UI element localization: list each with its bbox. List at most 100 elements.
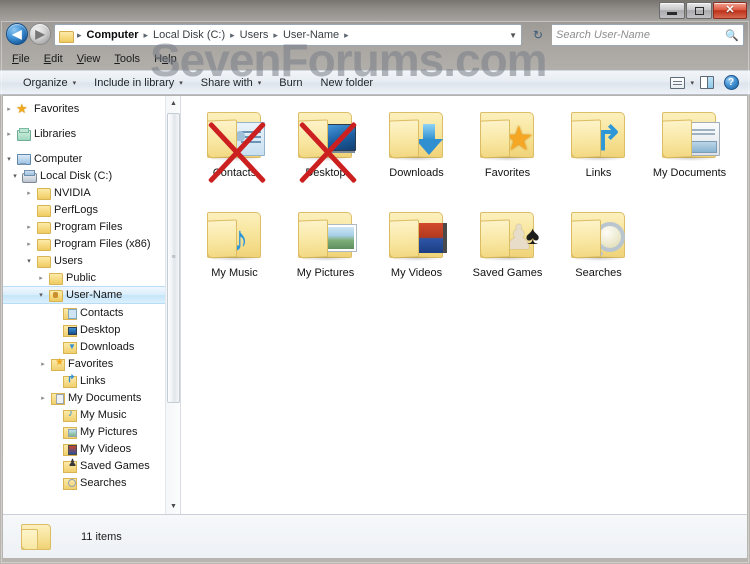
folder-icon xyxy=(35,220,51,234)
nav-item-local-disk-c[interactable]: ▾ Local Disk (C:) xyxy=(3,167,180,184)
expand-chevron-right-icon[interactable]: ▸ xyxy=(35,274,47,282)
back-arrow-icon: ◀ xyxy=(12,27,22,41)
file-item[interactable]: Contacts xyxy=(189,100,280,200)
scrollbar-thumb[interactable]: ≡ xyxy=(167,113,180,403)
menu-item-file[interactable]: File xyxy=(12,53,30,65)
expand-chevron-right-icon[interactable]: ▸ xyxy=(3,130,15,138)
expand-chevron-down-icon[interactable]: ▾ xyxy=(9,172,21,180)
close-button[interactable]: ✕ xyxy=(713,2,747,19)
minimize-button[interactable] xyxy=(659,2,685,19)
file-item[interactable]: My Pictures xyxy=(280,200,371,300)
refresh-button[interactable]: ↻ xyxy=(528,25,548,45)
folder-icon xyxy=(385,208,449,263)
nav-item-downloads[interactable]: Downloads xyxy=(3,338,180,355)
maximize-button[interactable] xyxy=(686,2,712,19)
new-folder-button[interactable]: New folder xyxy=(312,72,383,93)
nav-item-public[interactable]: ▸ Public xyxy=(3,269,180,286)
file-item[interactable]: ♪ My Music xyxy=(189,200,280,300)
nav-item-label: Links xyxy=(80,374,106,387)
nav-item-favorites[interactable]: ▸ Favorites xyxy=(3,100,180,117)
nav-item-computer[interactable]: ▾ Computer xyxy=(3,150,180,167)
nav-item-program-files-x86[interactable]: ▸ Program Files (x86) xyxy=(3,235,180,252)
nav-item-links[interactable]: Links xyxy=(3,372,180,389)
breadcrumb-separator[interactable]: ▸ xyxy=(227,30,238,41)
nav-item-contacts[interactable]: Contacts xyxy=(3,304,180,321)
menu-item-edit-rest: dit xyxy=(51,53,63,65)
expand-chevron-right-icon[interactable]: ▸ xyxy=(23,189,35,197)
menu-item-view[interactable]: View xyxy=(77,53,101,65)
nav-item-searches[interactable]: Searches xyxy=(3,474,180,491)
nav-item-nvidia[interactable]: ▸ NVIDIA xyxy=(3,184,180,201)
nav-item-my-documents[interactable]: ▸ My Documents xyxy=(3,389,180,406)
nav-item-label: Computer xyxy=(34,152,83,165)
expand-chevron-right-icon[interactable]: ▸ xyxy=(23,223,35,231)
file-item-label: Links xyxy=(585,167,612,179)
navigation-scrollbar[interactable]: ▲ ≡ ▼ xyxy=(165,96,180,514)
file-item[interactable]: My Documents xyxy=(644,100,735,200)
file-list-pane[interactable]: Contacts Desktop Downloads ★ Favorites ↱ Links… xyxy=(181,96,747,514)
nav-item-perflogs[interactable]: PerfLogs xyxy=(3,201,180,218)
file-item[interactable]: Downloads xyxy=(371,100,462,200)
file-item[interactable]: ★ Favorites xyxy=(462,100,553,200)
change-view-button[interactable] xyxy=(666,73,688,93)
file-item-label: Contacts xyxy=(212,167,257,179)
breadcrumb-item-local-disk[interactable]: Local Disk (C:) xyxy=(151,29,227,41)
share-with-button[interactable]: Share with ▾ xyxy=(192,72,271,93)
scroll-up-arrow-icon[interactable]: ▲ xyxy=(166,96,180,111)
view-chevron-down-icon[interactable]: ▾ xyxy=(690,79,694,87)
organize-button[interactable]: Organize ▾ xyxy=(14,72,85,93)
breadcrumb-item-computer[interactable]: Computer xyxy=(85,29,141,41)
search-input[interactable]: Search User-Name 🔍 xyxy=(552,24,744,46)
file-item[interactable]: Desktop xyxy=(280,100,371,200)
breadcrumb-separator[interactable]: ▸ xyxy=(140,30,151,41)
search-icon xyxy=(61,476,77,490)
nav-item-user-name[interactable]: ▾ User-Name xyxy=(3,286,180,304)
scroll-down-arrow-icon[interactable]: ▼ xyxy=(166,499,180,514)
expand-chevron-down-icon[interactable]: ▾ xyxy=(3,155,15,163)
nav-item-saved-games[interactable]: Saved Games xyxy=(3,457,180,474)
breadcrumb-item-users[interactable]: Users xyxy=(238,29,271,41)
item-count-label: 11 items xyxy=(81,530,122,543)
nav-item-program-files[interactable]: ▸ Program Files xyxy=(3,218,180,235)
pc-icon xyxy=(15,152,31,166)
menu-item-edit[interactable]: Edit xyxy=(44,53,63,65)
pics-icon xyxy=(61,425,77,439)
help-button[interactable]: ? xyxy=(720,73,742,93)
burn-button[interactable]: Burn xyxy=(270,72,311,93)
file-item[interactable]: Searches xyxy=(553,200,644,300)
preview-pane-button[interactable] xyxy=(696,73,718,93)
menu-item-tools[interactable]: Tools xyxy=(114,53,140,65)
address-bar-row: ◀ ▶ ▼ ▸ Computer ▸ Local Disk (C:) ▸ Use… xyxy=(0,22,750,48)
breadcrumb-separator[interactable]: ▸ xyxy=(341,30,352,41)
expand-chevron-right-icon[interactable]: ▸ xyxy=(3,105,15,113)
back-button[interactable]: ◀ xyxy=(6,23,28,45)
nav-item-my-pictures[interactable]: My Pictures xyxy=(3,423,180,440)
breadcrumb-item-user-name[interactable]: User-Name xyxy=(281,29,341,41)
nav-item-my-music[interactable]: My Music xyxy=(3,406,180,423)
expand-chevron-down-icon[interactable]: ▾ xyxy=(35,291,47,299)
menu-bar: File Edit View Tools Help xyxy=(0,50,750,68)
nav-item-libraries[interactable]: ▸ Libraries xyxy=(3,125,180,142)
nav-item-my-videos[interactable]: My Videos xyxy=(3,440,180,457)
expand-chevron-right-icon[interactable]: ▸ xyxy=(37,360,49,368)
nav-item-desktop[interactable]: Desktop xyxy=(3,321,180,338)
forward-button[interactable]: ▶ xyxy=(29,23,51,45)
preview-pane-icon xyxy=(700,76,714,89)
expand-chevron-right-icon[interactable]: ▸ xyxy=(37,394,49,402)
nav-item-favorites[interactable]: ▸ Favorites xyxy=(3,355,180,372)
expand-chevron-down-icon[interactable]: ▾ xyxy=(23,257,35,265)
expand-chevron-right-icon[interactable]: ▸ xyxy=(23,240,35,248)
include-in-library-button[interactable]: Include in library ▾ xyxy=(85,72,192,93)
organize-label: Organize xyxy=(23,76,68,89)
lib-icon xyxy=(15,127,31,141)
file-item[interactable]: Saved Games xyxy=(462,200,553,300)
breadcrumb-separator[interactable]: ▸ xyxy=(270,30,281,41)
file-item[interactable]: ↱ Links xyxy=(553,100,644,200)
folder-front xyxy=(388,119,419,159)
address-chevron-down-icon[interactable]: ▼ xyxy=(509,31,517,40)
file-item[interactable]: My Videos xyxy=(371,200,462,300)
menu-item-help[interactable]: Help xyxy=(154,53,177,65)
nav-item-users[interactable]: ▾ Users xyxy=(3,252,180,269)
breadcrumb-address-bar[interactable]: ▸ Computer ▸ Local Disk (C:) ▸ Users ▸ U… xyxy=(54,24,522,46)
folder-icon xyxy=(476,208,540,263)
